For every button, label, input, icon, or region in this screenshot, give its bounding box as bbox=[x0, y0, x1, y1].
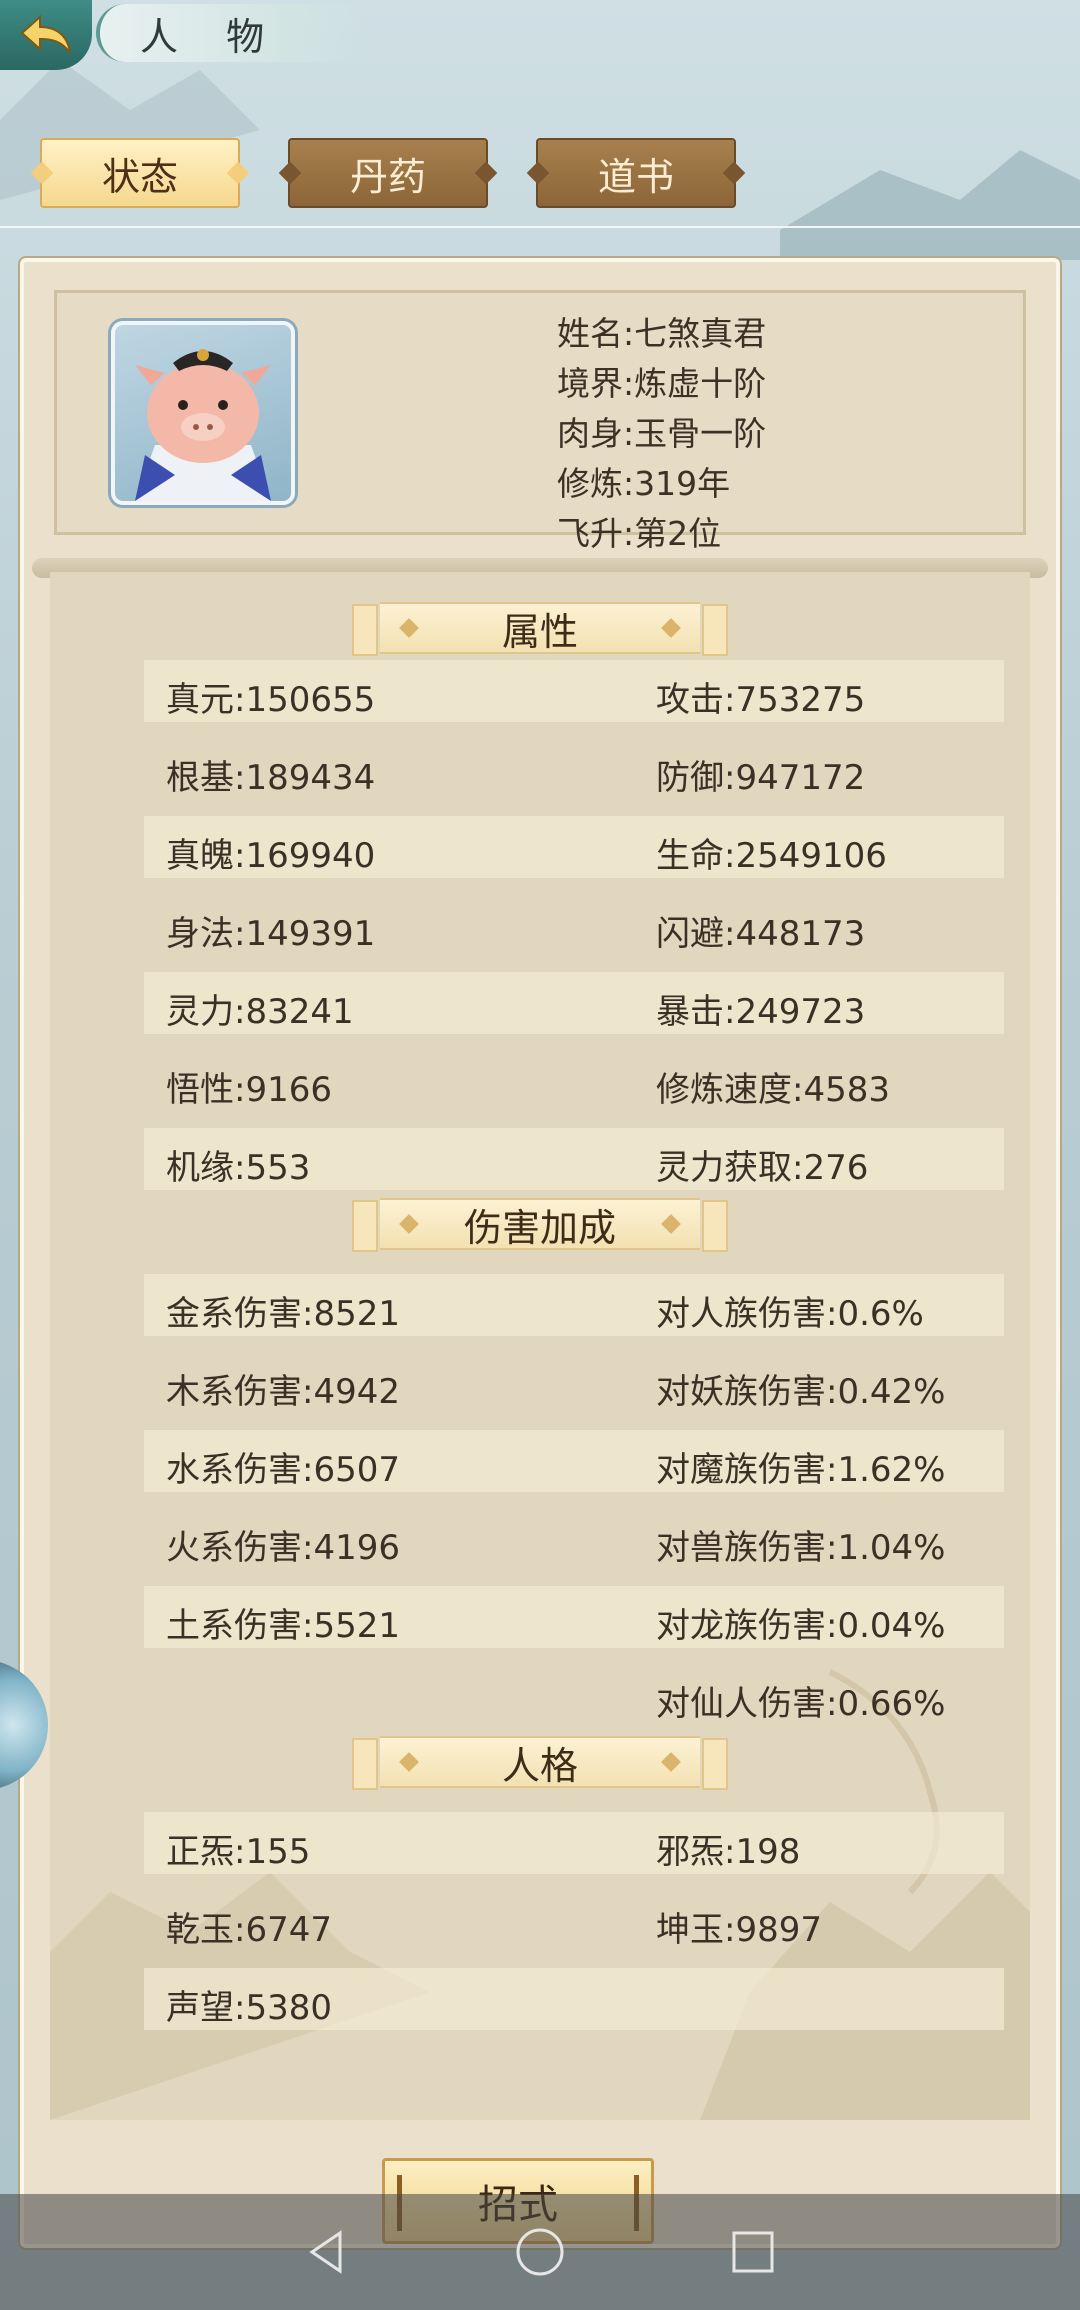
pig-character-icon bbox=[135, 349, 271, 501]
stat-left: 水系伤害:6507 bbox=[166, 1450, 400, 1490]
stat-left: 正炁:155 bbox=[166, 1832, 311, 1872]
stat-row: 根基:189434 防御:947172 bbox=[144, 738, 1004, 800]
profile-body: 肉身:玉骨一阶 bbox=[557, 414, 767, 453]
diamond-ornament-icon bbox=[399, 1752, 419, 1772]
title-cap-left bbox=[352, 1200, 378, 1252]
page-title: 人 物 bbox=[140, 14, 283, 59]
profile-ascension: 飞升:第2位 bbox=[557, 514, 722, 553]
stat-row: 木系伤害:4942 对妖族伤害:0.42% bbox=[144, 1352, 1004, 1414]
stat-row: 金系伤害:8521 对人族伤害:0.6% bbox=[144, 1274, 1004, 1336]
character-panel: 姓名:七煞真君 境界:炼虚十阶 肉身:玉骨一阶 修炼:319年 飞升:第2位 属… bbox=[20, 258, 1060, 2248]
stat-row: 机缘:553 灵力获取:276 bbox=[144, 1128, 1004, 1190]
tab-status[interactable]: 状态 bbox=[40, 138, 240, 208]
back-button[interactable] bbox=[0, 0, 92, 70]
stat-left: 悟性:9166 bbox=[166, 1070, 332, 1110]
stat-row: 土系伤害:5521 对龙族伤害:0.04% bbox=[144, 1586, 1004, 1648]
stat-right: 对龙族伤害:0.04% bbox=[656, 1606, 946, 1646]
stat-right: 修炼速度:4583 bbox=[656, 1070, 890, 1110]
stat-left: 机缘:553 bbox=[166, 1148, 311, 1188]
stat-left: 灵力:83241 bbox=[166, 992, 354, 1032]
stat-right: 对人族伤害:0.6% bbox=[656, 1294, 924, 1334]
stat-row: 火系伤害:4196 对兽族伤害:1.04% bbox=[144, 1508, 1004, 1570]
stat-right: 闪避:448173 bbox=[656, 914, 866, 954]
stat-right: 坤玉:9897 bbox=[656, 1910, 822, 1950]
tab-books[interactable]: 道书 bbox=[536, 138, 736, 208]
stat-left: 声望:5380 bbox=[166, 1988, 332, 2028]
title-cap-right bbox=[702, 1200, 728, 1252]
diamond-ornament-icon bbox=[661, 1214, 681, 1234]
profile-realm: 境界:炼虚十阶 bbox=[557, 364, 767, 403]
profile-name: 姓名:七煞真君 bbox=[557, 314, 767, 353]
stat-row: 声望:5380 bbox=[144, 1968, 1004, 2030]
stat-row: 乾玉:6747 坤玉:9897 bbox=[144, 1890, 1004, 1952]
stat-left: 土系伤害:5521 bbox=[166, 1606, 400, 1646]
nav-back-icon[interactable] bbox=[302, 2227, 352, 2277]
stat-left: 真元:150655 bbox=[166, 680, 376, 720]
stat-left: 身法:149391 bbox=[166, 914, 376, 954]
section-title-damage: 伤害加成 bbox=[352, 1198, 728, 1252]
ink-mountain-decoration bbox=[50, 1669, 1030, 2120]
stat-row: 真魄:169940 生命:2549106 bbox=[144, 816, 1004, 878]
stat-right: 生命:2549106 bbox=[656, 836, 887, 876]
tab-bar: 状态 丹药 道书 bbox=[40, 138, 736, 208]
stat-row: 正炁:155 邪炁:198 bbox=[144, 1812, 1004, 1874]
stat-left: 乾玉:6747 bbox=[166, 1910, 332, 1950]
tab-pills[interactable]: 丹药 bbox=[288, 138, 488, 208]
title-cap-right bbox=[702, 604, 728, 656]
stat-right: 对妖族伤害:0.42% bbox=[656, 1372, 946, 1412]
stats-scroll[interactable]: 属性 bbox=[50, 572, 1030, 2120]
stat-row: 灵力:83241 暴击:249723 bbox=[144, 972, 1004, 1034]
title-cap-left bbox=[352, 604, 378, 656]
diamond-ornament-icon bbox=[661, 618, 681, 638]
nav-home-icon[interactable] bbox=[512, 2224, 568, 2280]
stat-right: 对仙人伤害:0.66% bbox=[656, 1684, 946, 1724]
page-title-bar: 人 物 bbox=[96, 4, 366, 62]
stat-left: 真魄:169940 bbox=[166, 836, 376, 876]
stat-row: 真元:150655 攻击:753275 bbox=[144, 660, 1004, 722]
diamond-ornament-icon bbox=[399, 1214, 419, 1234]
system-nav-bar bbox=[0, 2194, 1080, 2310]
section-title-label: 伤害加成 bbox=[463, 1205, 616, 1250]
back-arrow-icon bbox=[20, 14, 71, 54]
diamond-ornament-icon bbox=[399, 618, 419, 638]
profile-cultivation: 修炼:319年 bbox=[557, 464, 731, 503]
stat-row: 对仙人伤害:0.66% bbox=[144, 1664, 1004, 1726]
section-title-label: 属性 bbox=[501, 609, 578, 654]
stat-row: 身法:149391 闪避:448173 bbox=[144, 894, 1004, 956]
stat-left: 火系伤害:4196 bbox=[166, 1528, 400, 1568]
header-divider bbox=[0, 226, 1080, 228]
section-title-label: 人格 bbox=[501, 1743, 578, 1788]
header: 人 物 状态 丹药 道书 bbox=[0, 0, 1080, 230]
stat-right: 防御:947172 bbox=[656, 758, 866, 798]
section-title-personality: 人格 bbox=[352, 1736, 728, 1790]
stat-right: 灵力获取:276 bbox=[656, 1148, 869, 1188]
diamond-ornament-icon bbox=[661, 1752, 681, 1772]
title-cap-right bbox=[702, 1738, 728, 1790]
stat-right: 对兽族伤害:1.04% bbox=[656, 1528, 946, 1568]
section-title-attributes: 属性 bbox=[352, 602, 728, 656]
stat-row: 悟性:9166 修炼速度:4583 bbox=[144, 1050, 1004, 1112]
stat-right: 对魔族伤害:1.62% bbox=[656, 1450, 946, 1490]
stat-right: 邪炁:198 bbox=[656, 1832, 801, 1872]
stat-left: 木系伤害:4942 bbox=[166, 1372, 400, 1412]
avatar[interactable] bbox=[111, 321, 295, 505]
stat-right: 攻击:753275 bbox=[656, 680, 866, 720]
stat-right: 暴击:249723 bbox=[656, 992, 866, 1032]
nav-recents-icon[interactable] bbox=[728, 2227, 778, 2277]
stat-row: 水系伤害:6507 对魔族伤害:1.62% bbox=[144, 1430, 1004, 1492]
stat-left: 金系伤害:8521 bbox=[166, 1294, 400, 1334]
profile-card: 姓名:七煞真君 境界:炼虚十阶 肉身:玉骨一阶 修炼:319年 飞升:第2位 bbox=[54, 290, 1026, 553]
stat-left: 根基:189434 bbox=[166, 758, 376, 798]
profile-info: 姓名:七煞真君 境界:炼虚十阶 肉身:玉骨一阶 修炼:319年 飞升:第2位 bbox=[557, 309, 766, 559]
title-cap-left bbox=[352, 1738, 378, 1790]
